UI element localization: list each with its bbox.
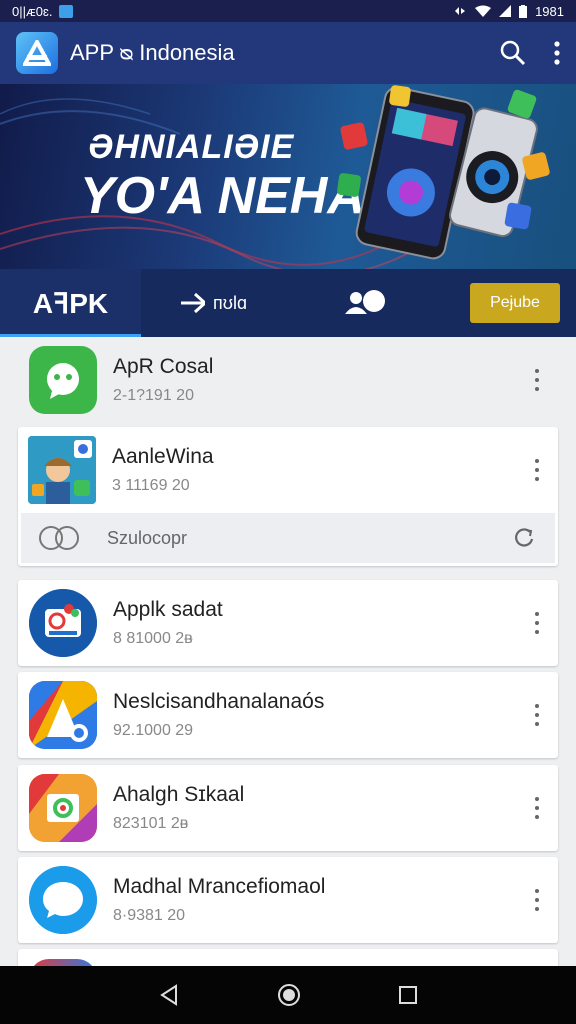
premium-button[interactable]: Peɉube — [470, 283, 560, 323]
battery-icon — [519, 4, 528, 18]
tab-bar: AꟻPK ᴨʊlɑ Peɉube — [0, 269, 576, 337]
system-nav-bar — [0, 966, 576, 1024]
tab-news-label: ᴨʊlɑ — [213, 292, 247, 313]
app-name: Ahalgh Sɪkaal — [113, 783, 245, 806]
list-item[interactable]: Applk sadat 8 81000 2ᴃ — [18, 580, 558, 666]
signal-icon — [499, 5, 512, 17]
app-meta: 92.1000 29 — [113, 722, 194, 739]
people-icon — [345, 290, 385, 314]
search-icon[interactable] — [500, 40, 526, 66]
send-arrow-icon — [181, 292, 205, 314]
app-name: Neslcisandhanalanaós — [113, 690, 325, 713]
app-card: Ahalgh Sɪkaal 823101 2ᴃ — [18, 765, 558, 851]
chat-bubbles-icon — [39, 526, 79, 550]
inline-search-bar[interactable]: Szulocopr — [21, 513, 555, 563]
app-card: Applk sadat 8 81000 2ᴃ — [18, 580, 558, 666]
app-meta: 8 81000 2ᴃ — [113, 630, 193, 647]
app-title: APP ᴓ Indonesia — [70, 40, 235, 65]
list-item[interactable]: Neslcisandhanalanaós 92.1000 29 — [18, 672, 558, 758]
app-name: ApR Cosal — [113, 355, 214, 378]
more-options-icon[interactable] — [534, 889, 540, 911]
messenger-app-icon — [29, 866, 97, 934]
list-item[interactable]: Ahalgh Sɪkaal 823101 2ᴃ — [18, 765, 558, 851]
back-icon[interactable] — [158, 984, 180, 1006]
app-card: Madhal Mrancefiomaol 8·9381 20 — [18, 857, 558, 943]
tab-community[interactable] — [343, 290, 389, 316]
google-app-icon — [29, 589, 97, 657]
app-name: AanleWina — [112, 445, 214, 468]
game-app-icon — [28, 436, 96, 504]
app-name: Madhal Mrancefiomaol — [113, 875, 326, 898]
wifi-icon — [475, 5, 492, 17]
more-options-icon[interactable] — [534, 369, 540, 391]
app-name: Applk sadat — [113, 598, 223, 621]
app-meta: 3 11169 20 — [112, 477, 190, 494]
home-icon[interactable] — [277, 983, 301, 1007]
more-options-icon[interactable] — [534, 612, 540, 634]
more-options-icon[interactable] — [534, 704, 540, 726]
app-meta: 2‑1?191 20 — [113, 387, 194, 404]
app-bar: APP ᴓ Indonesia — [0, 22, 576, 84]
refresh-icon[interactable] — [513, 527, 535, 549]
overflow-menu-icon[interactable] — [554, 41, 560, 65]
notification-image-icon — [58, 4, 73, 18]
tab-news[interactable]: ᴨʊlɑ — [181, 292, 247, 314]
list-item[interactable]: Madhal Mrancefiomaol 8·9381 20 — [18, 857, 558, 943]
vibrate-icon — [455, 7, 466, 15]
app-meta: 823101 2ᴃ — [113, 815, 189, 832]
tab-apk[interactable]: AꟻPK — [0, 269, 141, 337]
status-bar: 0||ᴁ0ɛ. 1981 — [0, 0, 576, 22]
list-item[interactable]: AanleWina 3 11169 20 — [18, 427, 558, 513]
app-meta: 8·9381 20 — [113, 907, 186, 924]
more-options-icon[interactable] — [534, 459, 540, 481]
status-time-right: 1981 — [535, 3, 564, 19]
app-logo-icon — [16, 32, 58, 74]
drive-app-icon — [29, 681, 97, 749]
phones-illustration — [337, 85, 550, 260]
app-card: AanleWina 3 11169 20 Szulocopr — [18, 427, 558, 566]
photos-app-icon — [29, 774, 97, 842]
chat-app-icon — [29, 346, 97, 414]
inline-search-label: Szulocopr — [107, 527, 188, 548]
more-options-icon[interactable] — [534, 797, 540, 819]
recents-icon[interactable] — [398, 985, 418, 1005]
list-item[interactable]: ApR Cosal 2‑1?191 20 — [18, 337, 558, 423]
promo-banner[interactable]: ƏHNIALIƏIE YO'A NEHA — [0, 84, 576, 269]
banner-subtitle: ƏHNIALIƏIE — [88, 128, 295, 166]
app-card: Neslcisandhanalanaós 92.1000 29 — [18, 672, 558, 758]
status-time-left: 0||ᴁ0ɛ. — [12, 3, 53, 19]
banner-headline: YO'A NEHA — [80, 167, 365, 225]
